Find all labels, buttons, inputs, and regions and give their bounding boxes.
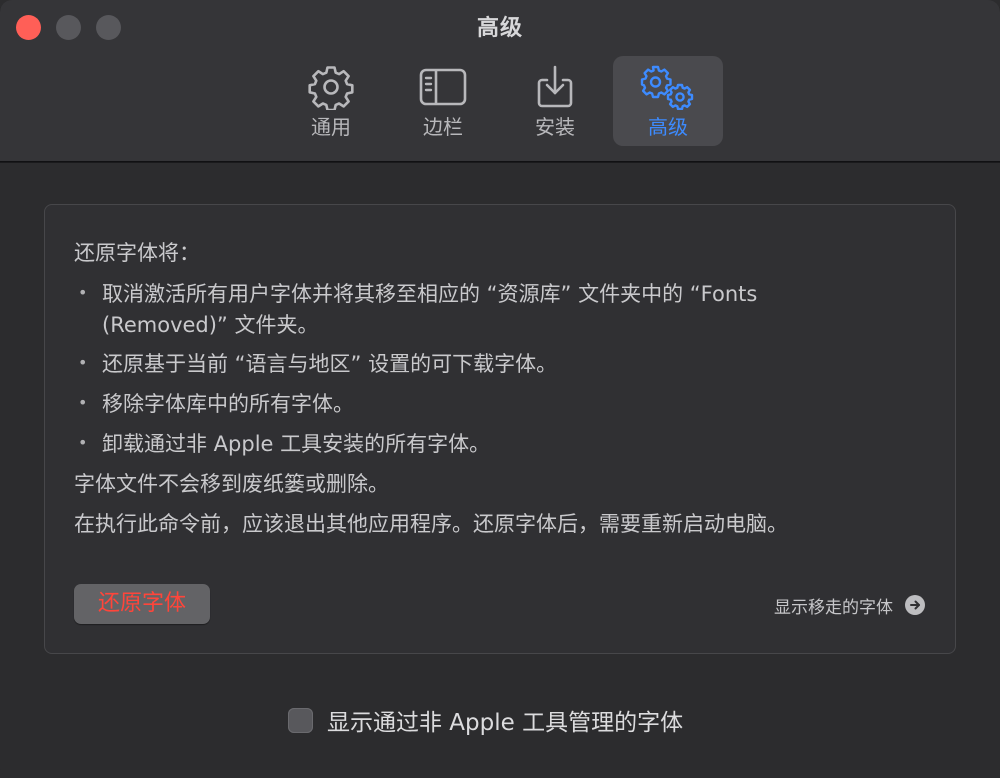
gears-icon [613,64,723,110]
bullet-2: 还原基于当前 “语言与地区” 设置的可下载字体。 [102,352,558,376]
preferences-window: 高级 通用 边栏 安装 高级 还原字体将： • 取消激活所有用户字体并将其移至相… [0,0,1000,778]
bullet-3: 移除字体库中的所有字体。 [102,392,354,416]
show-removed-fonts-label: 显示移走的字体 [774,597,893,618]
show-non-apple-fonts-checkbox[interactable] [288,707,313,733]
bullet-dot: • [78,393,88,412]
bullet-1-line-2: (Removed)” 文件夹。 [102,313,319,337]
note-not-trashed: 字体文件不会移到废纸篓或删除。 [74,472,389,496]
tab-install[interactable]: 安装 [500,56,610,146]
window-title: 高级 [476,16,523,41]
tab-install-label: 安装 [535,115,575,139]
toolbar: 通用 边栏 安装 高级 [0,56,1000,146]
note-quit-restart: 在执行此命令前，应该退出其他应用程序。还原字体后，需要重新启动电脑。 [74,512,788,536]
bullet-dot: • [78,433,88,452]
download-tray-icon [500,64,610,110]
bullet-dot: • [78,283,88,302]
sidebar-icon [388,64,498,110]
tab-general-label: 通用 [311,115,351,139]
gear-icon [276,64,386,110]
restore-fonts-panel: 还原字体将： • 取消激活所有用户字体并将其移至相应的 “资源库” 文件夹中的 … [44,204,956,654]
show-non-apple-fonts-option[interactable]: 显示通过非 Apple 工具管理的字体 [288,703,683,737]
titlebar: 高级 通用 边栏 安装 高级 [0,0,1000,162]
tab-general[interactable]: 通用 [276,56,386,146]
show-removed-fonts-link[interactable]: 显示移走的字体 [774,593,925,618]
tab-sidebar-label: 边栏 [423,115,463,139]
show-non-apple-fonts-label[interactable]: 显示通过非 Apple 工具管理的字体 [327,703,683,737]
intro-text: 还原字体将： [74,241,200,265]
bullet-4: 卸载通过非 Apple 工具安装的所有字体。 [102,432,491,456]
tab-sidebar[interactable]: 边栏 [388,56,498,146]
bullet-dot: • [78,353,88,372]
tab-advanced-label: 高级 [648,115,688,139]
arrow-right-circle-icon[interactable] [905,595,925,615]
tab-advanced[interactable]: 高级 [613,56,723,146]
restore-fonts-button[interactable]: 还原字体 [74,584,210,624]
bullet-1-line-1: 取消激活所有用户字体并将其移至相应的 “资源库” 文件夹中的 “Fonts [102,282,758,306]
